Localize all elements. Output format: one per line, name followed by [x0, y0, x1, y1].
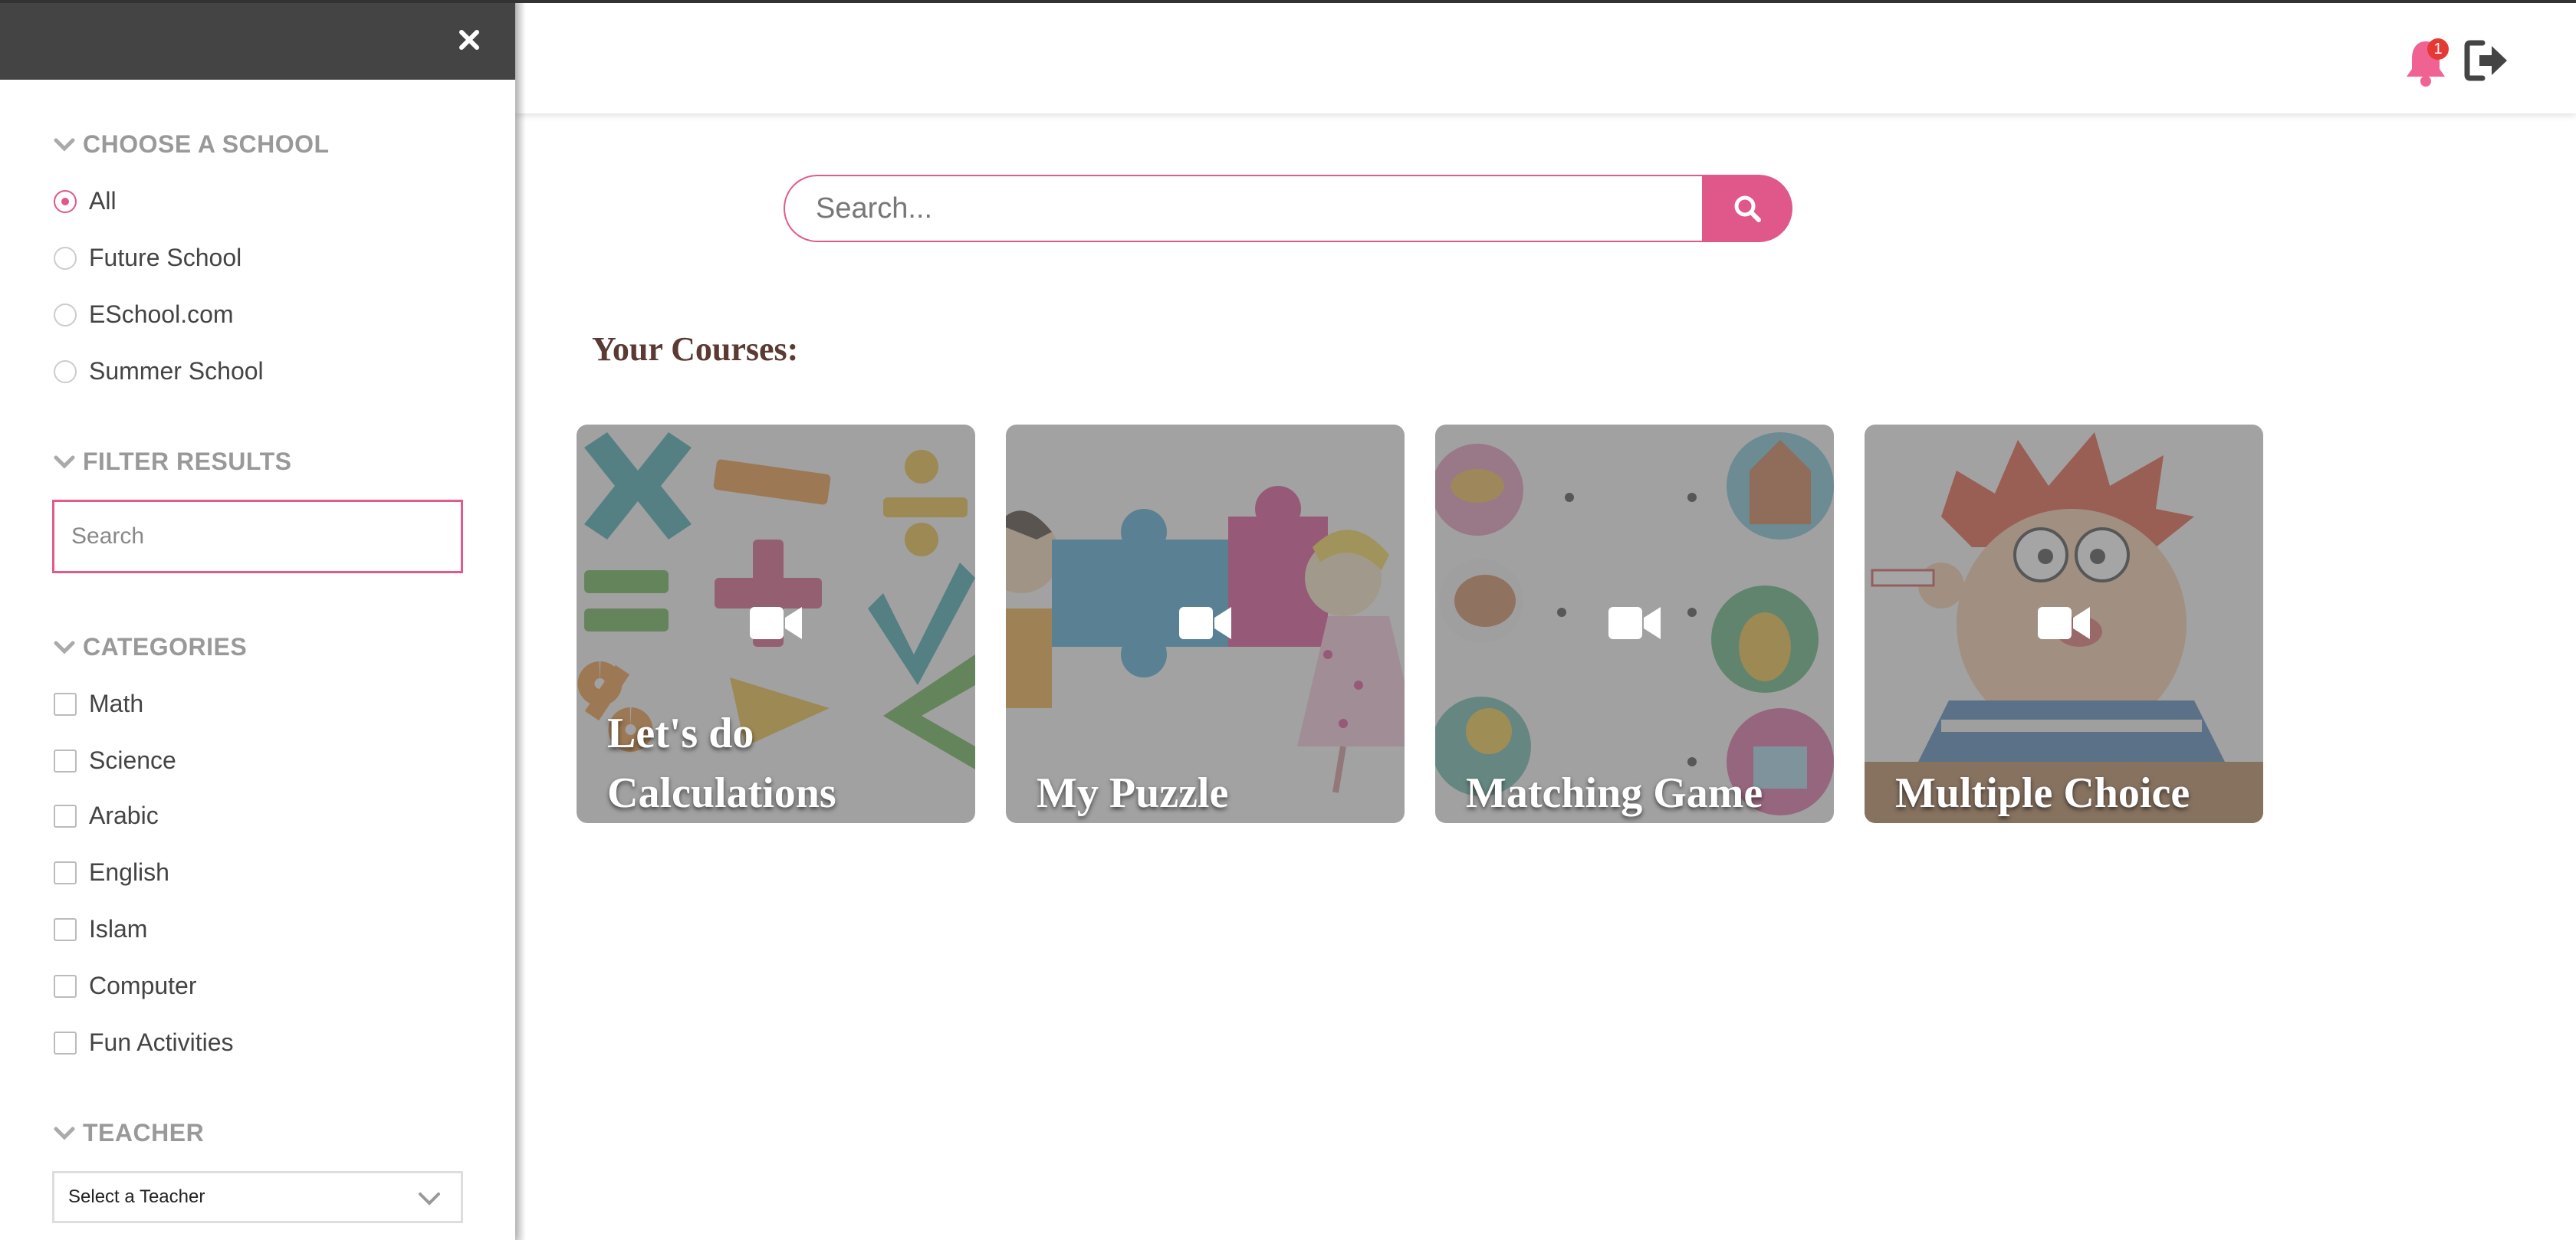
courses-heading: Your Courses: [592, 330, 799, 368]
category-label: Arabic [89, 802, 159, 829]
checkbox[interactable] [54, 692, 77, 716]
filter-section-toggle[interactable]: FILTER RESULTS [54, 448, 291, 476]
video-camera-icon [1608, 607, 1661, 639]
school-section-toggle[interactable]: CHOOSE A SCHOOL [54, 130, 330, 159]
category-option-arabic[interactable]: Arabic [54, 802, 159, 830]
category-option-islam[interactable]: Islam [54, 915, 147, 943]
category-label: Math [89, 690, 144, 717]
category-option-science[interactable]: Science [54, 746, 176, 775]
top-header [515, 3, 2576, 113]
course-card-title: Matching Game [1466, 769, 1763, 817]
school-option-eschool[interactable]: ESchool.com [54, 300, 234, 329]
main-search [784, 175, 1792, 242]
sidebar-shadow [515, 3, 526, 1240]
video-camera-icon [1179, 607, 1231, 639]
logout-icon[interactable] [2464, 38, 2510, 83]
chevron-down-icon [54, 1127, 75, 1140]
category-label: Fun Activities [89, 1028, 234, 1056]
category-option-fun-activities[interactable]: Fun Activities [54, 1028, 234, 1057]
filter-search-input[interactable] [52, 500, 463, 573]
school-option-label: Summer School [89, 357, 264, 385]
school-section-heading: CHOOSE A SCHOOL [83, 130, 330, 158]
school-option-future-school[interactable]: Future School [54, 244, 242, 272]
radio-button[interactable] [54, 189, 77, 213]
teacher-section-heading: TEACHER [83, 1119, 205, 1147]
teacher-select-value: Select a Teacher [68, 1186, 205, 1207]
course-card-title: Multiple Choice [1895, 769, 2190, 817]
checkbox[interactable] [54, 1031, 77, 1055]
chevron-down-icon [419, 1192, 440, 1206]
filter-sidebar: CHOOSE A SCHOOL All Future School ESchoo… [0, 0, 515, 1240]
chevron-down-icon [54, 641, 75, 654]
teacher-section-toggle[interactable]: TEACHER [54, 1119, 204, 1147]
video-camera-icon [750, 607, 802, 639]
video-camera-icon [2038, 607, 2090, 639]
filter-section-heading: FILTER RESULTS [83, 448, 292, 475]
category-label: Computer [89, 972, 197, 999]
course-card-title: My Puzzle [1037, 769, 1229, 817]
school-option-all[interactable]: All [54, 187, 117, 215]
search-icon [1734, 195, 1761, 222]
course-card[interactable]: Matching Game [1435, 425, 1834, 823]
category-label: English [89, 858, 169, 886]
chevron-down-icon [54, 138, 75, 152]
course-search-input[interactable] [784, 175, 1704, 242]
checkbox[interactable] [54, 917, 77, 941]
sidebar-header [0, 0, 515, 80]
category-option-math[interactable]: Math [54, 690, 143, 718]
radio-button[interactable] [54, 303, 77, 326]
search-button[interactable] [1702, 175, 1792, 242]
radio-button[interactable] [54, 359, 77, 383]
category-label: Science [89, 746, 176, 774]
categories-section-toggle[interactable]: CATEGORIES [54, 633, 247, 661]
app-root: 1 Your Courses: [0, 0, 2576, 1240]
course-card-title: Let's do Calculations [607, 710, 836, 817]
checkbox[interactable] [54, 861, 77, 884]
notification-badge: 1 [2427, 38, 2449, 60]
category-label: Islam [89, 915, 148, 943]
category-option-english[interactable]: English [54, 858, 169, 887]
school-option-label: All [89, 187, 117, 215]
school-option-summer-school[interactable]: Summer School [54, 357, 264, 385]
close-icon[interactable] [457, 28, 481, 52]
category-option-computer[interactable]: Computer [54, 972, 197, 1000]
school-option-label: ESchool.com [89, 300, 234, 328]
categories-section-heading: CATEGORIES [83, 633, 248, 661]
checkbox[interactable] [54, 974, 77, 998]
top-border [0, 0, 2576, 3]
school-option-label: Future School [89, 244, 242, 271]
chevron-down-icon [54, 455, 75, 469]
checkbox[interactable] [54, 804, 77, 828]
radio-button[interactable] [54, 246, 77, 270]
course-card[interactable]: Multiple Choice [1865, 425, 2263, 823]
course-card[interactable]: My Puzzle [1006, 425, 1405, 823]
teacher-select[interactable]: Select a Teacher [52, 1171, 463, 1223]
checkbox[interactable] [54, 749, 77, 773]
course-card[interactable]: Let's do Calculations [577, 425, 975, 823]
